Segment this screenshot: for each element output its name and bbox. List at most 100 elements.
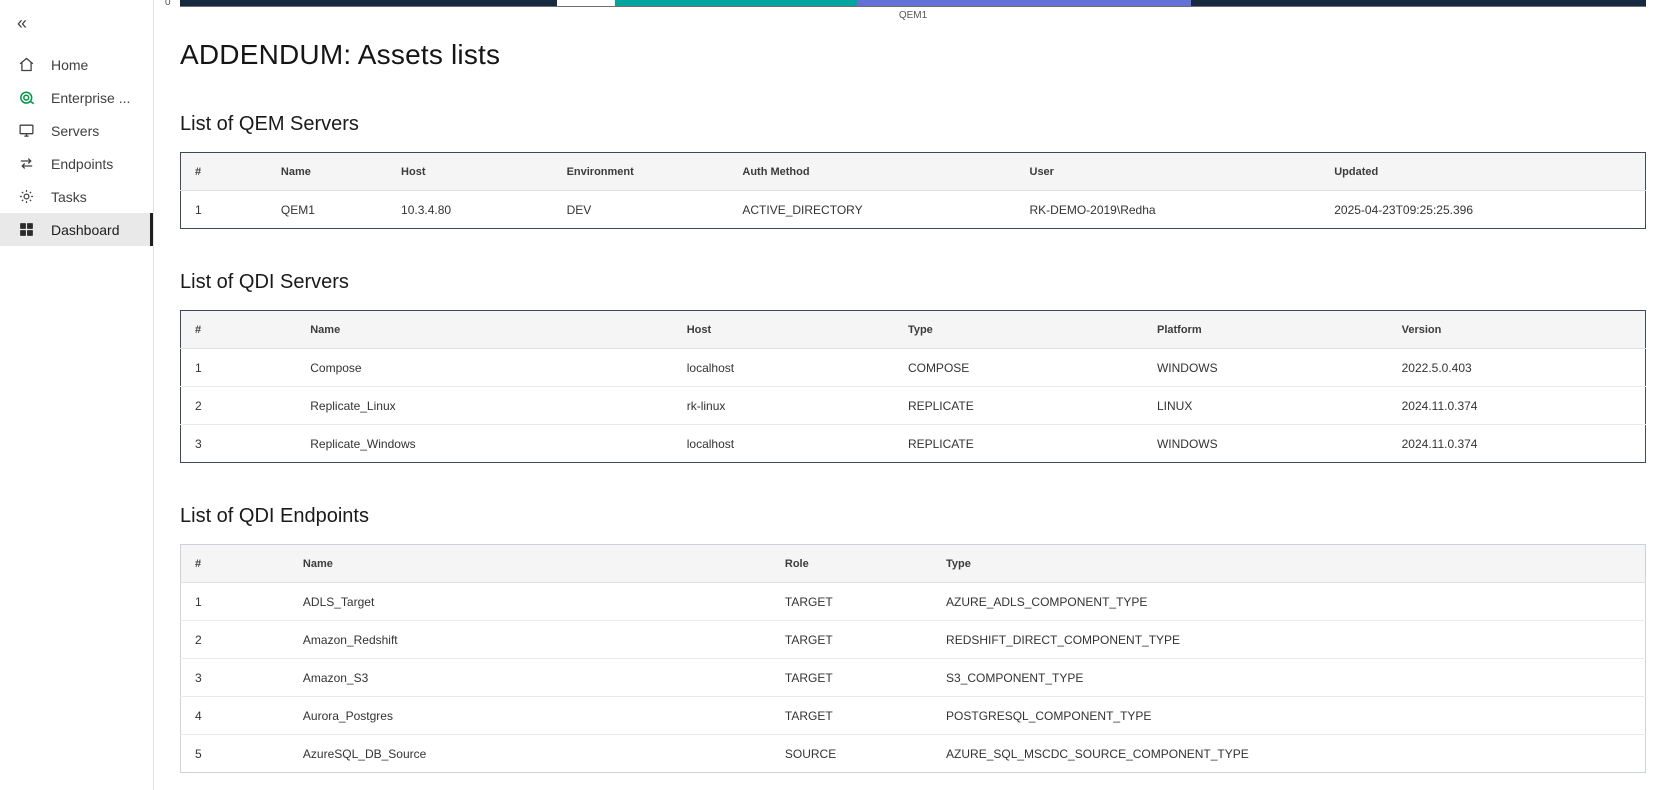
sidebar-item-label: Servers [51,123,99,139]
table-cell: TARGET [771,659,932,697]
sidebar-item-label: Tasks [51,189,87,205]
table-cell: S3_COMPONENT_TYPE [932,659,1645,697]
sidebar-item-servers[interactable]: Servers [0,114,153,147]
column-header-type: Type [894,311,1143,349]
qem-servers-table: #NameHostEnvironmentAuth MethodUserUpdat… [180,152,1646,229]
table-cell: Amazon_Redshift [289,621,771,659]
sidebar-item-endpoints[interactable]: Endpoints [0,147,153,180]
enterprise-logo-icon [17,89,36,107]
table-cell: TARGET [771,621,932,659]
table-cell: DEV [553,191,729,229]
column-header-type: Type [932,545,1645,583]
column-header-host: Host [387,153,553,191]
table-cell: 2 [181,621,289,659]
table-row: 3Amazon_S3TARGETS3_COMPONENT_TYPE [181,659,1646,697]
table-header-row: #NameRoleType [181,545,1646,583]
table-row: 1ADLS_TargetTARGETAZURE_ADLS_COMPONENT_T… [181,583,1646,621]
table-cell: POSTGRESQL_COMPONENT_TYPE [932,697,1645,735]
sidebar-item-home[interactable]: Home [0,48,153,81]
table-cell: 1 [181,583,289,621]
table-cell: localhost [673,425,894,463]
sidebar-item-label: Enterprise ... [51,90,130,106]
table-row: 1QEM110.3.4.80DEVACTIVE_DIRECTORYRK-DEMO… [181,191,1646,229]
table-cell: SOURCE [771,735,932,773]
table-header-row: #NameHostTypePlatformVersion [181,311,1646,349]
table-cell: REPLICATE [894,425,1143,463]
table-row: 2Replicate_Linuxrk-linuxREPLICATELINUX20… [181,387,1646,425]
page-title: ADDENDUM: Assets lists [180,39,1646,71]
column-header-version: Version [1388,311,1646,349]
table-cell: 2024.11.0.374 [1388,425,1646,463]
bar-segment-1 [180,0,557,7]
qdi-servers-table: #NameHostTypePlatformVersion1Composeloca… [180,310,1646,463]
section-title-qdi-servers: List of QDI Servers [180,271,1646,294]
column-header-host: Host [673,311,894,349]
table-cell: COMPOSE [894,349,1143,387]
table-cell: REDSHIFT_DIRECT_COMPONENT_TYPE [932,621,1645,659]
bar-segment-5 [1191,0,1645,7]
sidebar-item-tasks[interactable]: Tasks [0,180,153,213]
dashboard-icon [17,221,36,238]
servers-icon [17,122,36,139]
home-icon [17,56,36,73]
section-title-qem-servers: List of QEM Servers [180,113,1646,136]
table-cell: 10.3.4.80 [387,191,553,229]
column-header-name: Name [296,311,673,349]
endpoints-icon [17,155,36,172]
stacked-bar-row: 0 [180,0,1646,7]
table-cell: 2022.5.0.403 [1388,349,1646,387]
column-header-index: # [181,545,289,583]
table-cell: ACTIVE_DIRECTORY [728,191,1015,229]
table-cell: AzureSQL_DB_Source [289,735,771,773]
table-cell: rk-linux [673,387,894,425]
app-window: « Home Enterprise ... Servers Endpoints Task… [0,0,1672,790]
table-cell: localhost [673,349,894,387]
table-cell: 4 [181,697,289,735]
table-cell: REPLICATE [894,387,1143,425]
table-cell: 1 [181,349,297,387]
table-row: 4Aurora_PostgresTARGETPOSTGRESQL_COMPONE… [181,697,1646,735]
sidebar-item-label: Dashboard [51,222,120,238]
table-cell: 1 [181,191,267,229]
tasks-icon [17,188,36,205]
column-header-index: # [181,153,267,191]
table-cell: WINDOWS [1143,425,1388,463]
table-cell: Compose [296,349,673,387]
table-cell: RK-DEMO-2019\Redha [1016,191,1321,229]
column-header-platform: Platform [1143,311,1388,349]
column-header-index: # [181,311,297,349]
table-cell: TARGET [771,583,932,621]
table-cell: QEM1 [267,191,387,229]
bar-segment-3 [615,0,857,7]
table-cell: 2024.11.0.374 [1388,387,1646,425]
bar-category-label: QEM1 [180,10,1646,21]
table-cell: AZURE_SQL_MSCDC_SOURCE_COMPONENT_TYPE [932,735,1645,773]
column-header-environment: Environment [553,153,729,191]
table-cell: 2025-04-23T09:25:25.396 [1320,191,1645,229]
main-content: 0 QEM1 ADDENDUM: Assets lists List of QE… [154,0,1672,790]
table-cell: Replicate_Linux [296,387,673,425]
qdi-endpoints-table: #NameRoleType1ADLS_TargetTARGETAZURE_ADL… [180,544,1646,773]
table-row: 3Replicate_WindowslocalhostREPLICATEWIND… [181,425,1646,463]
sidebar-item-dashboard[interactable]: Dashboard [0,213,153,246]
table-cell: 3 [181,425,297,463]
table-cell: 2 [181,387,297,425]
sidebar: « Home Enterprise ... Servers Endpoints Task… [0,0,154,790]
sidebar-item-enterprise[interactable]: Enterprise ... [0,81,153,114]
stacked-bar [180,0,1646,7]
sidebar-item-label: Endpoints [51,156,113,172]
column-header-name: Name [289,545,771,583]
sections-container: List of QEM Servers#NameHostEnvironmentA… [180,113,1646,773]
table-row: 2Amazon_RedshiftTARGETREDSHIFT_DIRECT_CO… [181,621,1646,659]
table-cell: AZURE_ADLS_COMPONENT_TYPE [932,583,1645,621]
chart-strip: 0 QEM1 [180,0,1646,21]
table-row: 5AzureSQL_DB_SourceSOURCEAZURE_SQL_MSCDC… [181,735,1646,773]
table-cell: Amazon_S3 [289,659,771,697]
sidebar-collapse-button[interactable]: « [0,12,153,48]
column-header-auth-method: Auth Method [728,153,1015,191]
column-header-updated: Updated [1320,153,1645,191]
sidebar-item-label: Home [51,57,88,73]
column-header-user: User [1016,153,1321,191]
table-cell: WINDOWS [1143,349,1388,387]
table-cell: TARGET [771,697,932,735]
